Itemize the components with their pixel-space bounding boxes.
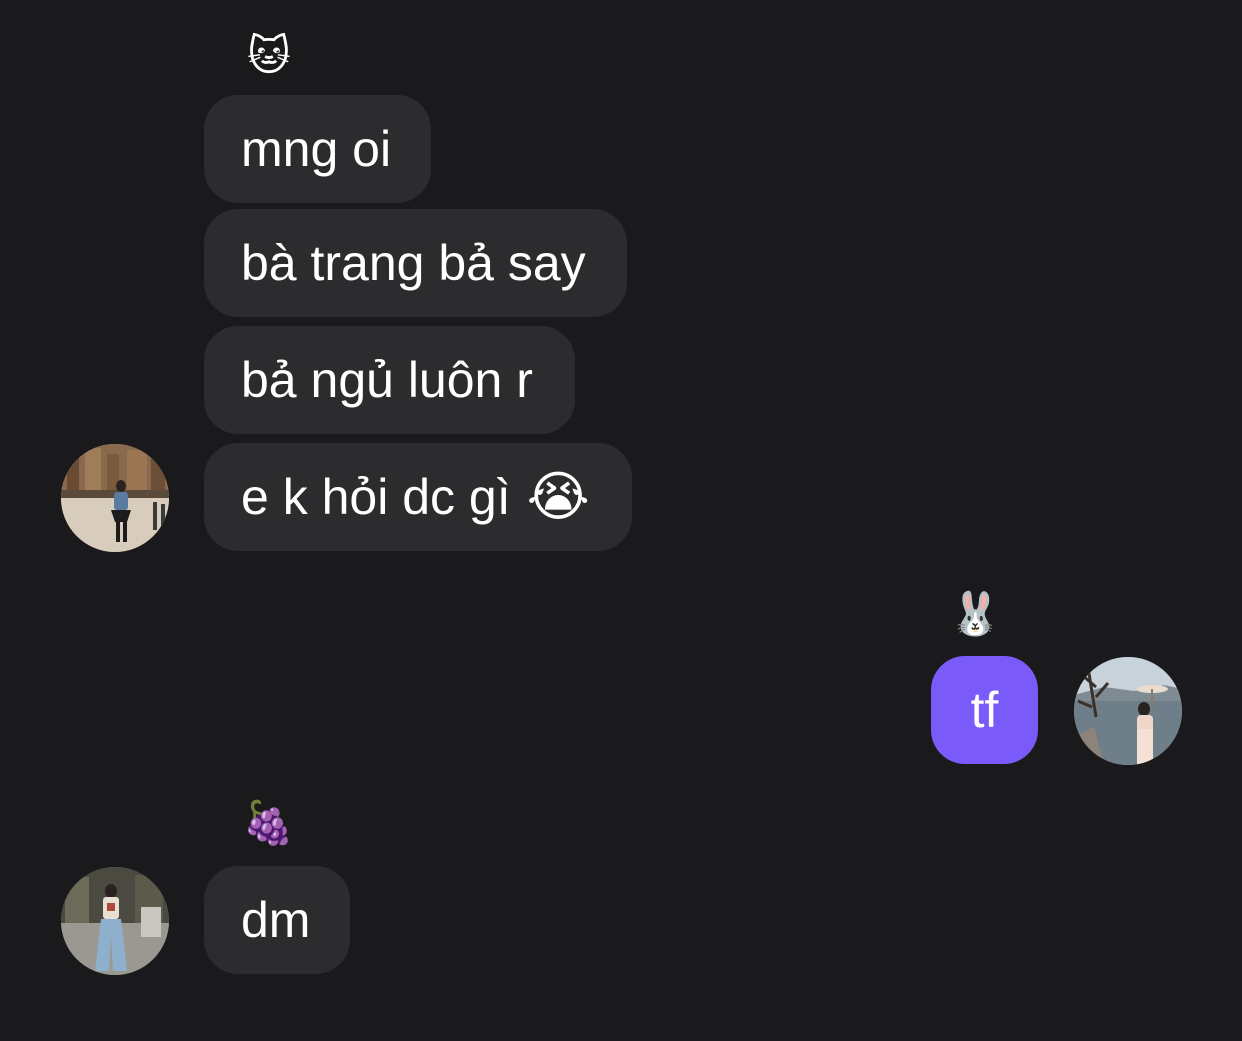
message-bubble-outgoing[interactable]: tf — [931, 656, 1038, 764]
self-avatar[interactable] — [1074, 657, 1182, 765]
message-text: mng oi — [241, 121, 392, 177]
nickname-emoji-rabbit: 🐰 — [949, 590, 1002, 637]
message-text: bả ngủ luôn r — [241, 352, 533, 408]
nickname-emoji-cat: 🐱 — [247, 32, 291, 79]
sender-avatar[interactable] — [61, 444, 169, 552]
avatar-photo-store — [61, 867, 169, 975]
message-bubble[interactable]: bà trang bả say — [204, 209, 627, 317]
avatar-photo-street — [61, 444, 169, 552]
message-bubble[interactable]: bả ngủ luôn r — [204, 326, 575, 434]
message-bubble[interactable]: dm — [204, 866, 350, 974]
message-text: dm — [241, 892, 311, 948]
message-text: bà trang bả say — [241, 235, 586, 291]
message-bubble[interactable]: e k hỏi dc gì 😭 — [204, 443, 632, 551]
message-text: tf — [970, 682, 999, 738]
avatar-photo-lake — [1074, 657, 1182, 765]
message-text: e k hỏi dc gì — [241, 469, 511, 525]
crying-face-emoji: 😭 — [526, 467, 590, 527]
sender-avatar[interactable] — [61, 867, 169, 975]
message-bubble[interactable]: mng oi — [204, 95, 431, 203]
nickname-emoji-grapes: 🍇 — [242, 799, 295, 846]
